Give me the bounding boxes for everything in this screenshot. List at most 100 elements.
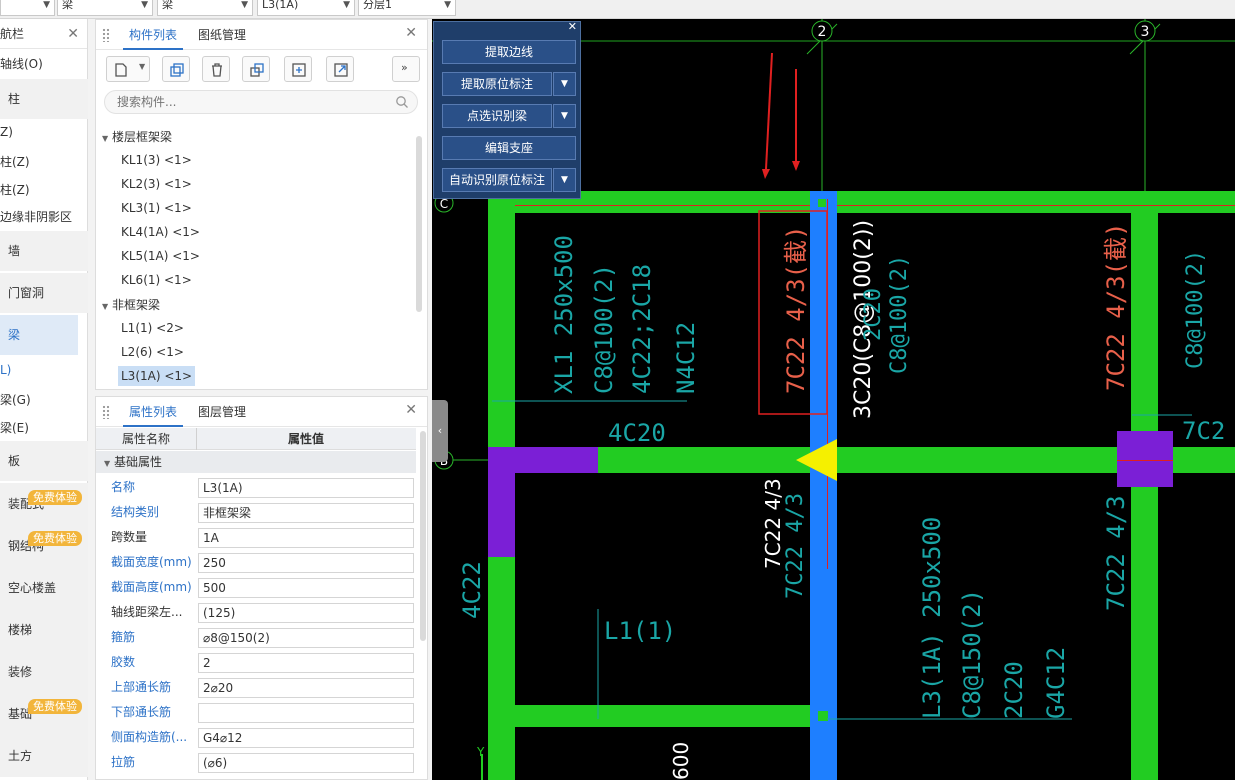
- edit-support-button[interactable]: 编辑支座: [442, 136, 576, 160]
- nav-item-column-z3[interactable]: 柱(Z): [0, 181, 88, 198]
- extract-annotation-dropdown[interactable]: ▼: [553, 72, 576, 96]
- property-value-field[interactable]: G4⌀12: [198, 728, 414, 748]
- property-value-field[interactable]: (125): [198, 603, 414, 623]
- nav-item-decoration[interactable]: 装修: [0, 651, 88, 693]
- tab-component-list[interactable]: 构件列表: [123, 20, 184, 50]
- tab-layer-management[interactable]: 图层管理: [192, 397, 252, 427]
- nav-item-door-window[interactable]: 门窗洞: [0, 273, 88, 313]
- export-button[interactable]: [326, 56, 354, 82]
- tree-item[interactable]: KL1(3) <1>: [118, 150, 195, 170]
- tree-item[interactable]: KL3(1) <1>: [118, 198, 195, 218]
- nav-item-beam-g[interactable]: 梁(G): [0, 391, 88, 408]
- tree-item[interactable]: L1(1) <2>: [118, 318, 187, 338]
- tree-group-non-frame-beam[interactable]: ▼ 非框架梁: [102, 296, 160, 313]
- close-icon[interactable]: ✕: [405, 402, 417, 418]
- beam-l1-bottom[interactable]: [515, 705, 810, 727]
- type-select[interactable]: 梁 ▼: [157, 0, 253, 16]
- copy-to-floor-button[interactable]: [242, 56, 270, 82]
- property-row-name: 名称 L3(1A): [96, 475, 416, 500]
- tree-item[interactable]: KL4(1A) <1>: [118, 222, 203, 242]
- nav-item-column-z[interactable]: Z): [0, 125, 88, 139]
- tree-item-selected[interactable]: L3(1A) <1>: [118, 366, 196, 386]
- nav-item-column-z2[interactable]: 柱(Z): [0, 153, 88, 170]
- copy-button[interactable]: [162, 56, 190, 82]
- caret-down-icon: ▼: [102, 302, 109, 311]
- close-icon[interactable]: ✕: [568, 20, 577, 33]
- property-value-field[interactable]: 2⌀20: [198, 678, 414, 698]
- category-select[interactable]: 梁 ▼: [57, 0, 153, 16]
- property-value-field[interactable]: 1A: [198, 528, 414, 548]
- properties-scrollbar[interactable]: [420, 431, 426, 641]
- component-list-panel: 构件列表 图纸管理 ✕ ▼ » ▼ 楼层框架梁 KL1(3) <1> KL2(3…: [95, 19, 428, 390]
- nav-item-axis[interactable]: 轴线(O): [0, 55, 88, 72]
- bay-fill: [837, 727, 1130, 780]
- close-icon[interactable]: ✕: [405, 25, 417, 41]
- property-value-field[interactable]: 非框架梁: [198, 503, 414, 523]
- tab-property-list[interactable]: 属性列表: [123, 397, 184, 427]
- column-left-vertical[interactable]: [488, 447, 515, 557]
- annotation-mid-4c20: 4C20: [608, 419, 666, 447]
- annotation-mid-7c22-white: 7C22 4/3: [761, 478, 785, 569]
- nav-item-column[interactable]: 柱: [0, 79, 88, 119]
- search-icon[interactable]: [395, 95, 409, 109]
- nav-item-stairs[interactable]: 楼梯: [0, 609, 88, 651]
- tree-item[interactable]: L2(6) <1>: [118, 342, 187, 362]
- extract-original-annotation-button[interactable]: 提取原位标注: [442, 72, 552, 96]
- chevron-down-icon: ▼: [141, 0, 148, 10]
- tree-item[interactable]: KL5(1A) <1>: [118, 246, 203, 266]
- import-button[interactable]: [284, 56, 312, 82]
- extract-edge-button[interactable]: 提取边线: [442, 40, 576, 64]
- point-recognize-beam-button[interactable]: 点选识别梁: [442, 104, 552, 128]
- tree-group-floor-frame-beam[interactable]: ▼ 楼层框架梁: [102, 128, 172, 145]
- tree-item[interactable]: KL6(1) <1>: [118, 270, 195, 290]
- free-trial-badge: 免费体验: [28, 490, 82, 505]
- beam-selected-blue[interactable]: [810, 191, 837, 780]
- floor-select[interactable]: ▼: [0, 0, 55, 16]
- collapse-panel-tab[interactable]: ‹: [432, 400, 448, 462]
- new-component-button[interactable]: ▼: [106, 56, 150, 82]
- beam-top-horizontal[interactable]: [488, 191, 1235, 213]
- nav-item-beam-e[interactable]: 梁(E): [0, 419, 88, 436]
- auto-recognize-annotation-button[interactable]: 自动识别原位标注: [442, 168, 552, 192]
- property-value-field[interactable]: (⌀6): [198, 753, 414, 773]
- property-value-field[interactable]: 2: [198, 653, 414, 673]
- property-value-field[interactable]: 250: [198, 553, 414, 573]
- nav-item-beam[interactable]: 梁: [0, 315, 78, 355]
- component-list-scrollbar[interactable]: [416, 136, 422, 312]
- property-value-field[interactable]: [198, 703, 414, 723]
- component-search-input[interactable]: [104, 90, 418, 114]
- nav-item-hollow-floor[interactable]: 空心楼盖: [0, 567, 88, 609]
- annotation-l3-1a: L3(1A) 250x500: [918, 517, 946, 719]
- nav-item-slab[interactable]: 板: [0, 441, 88, 481]
- property-value-field[interactable]: ⌀8@150(2): [198, 628, 414, 648]
- annotation-2c20: 2C20: [861, 288, 886, 341]
- layer-select[interactable]: 分层1 ▼: [358, 0, 456, 16]
- chevron-down-icon: ▼: [561, 175, 568, 185]
- nav-item-earthwork[interactable]: 土方: [0, 735, 88, 777]
- properties-section-basic[interactable]: ▼ 基础属性: [96, 451, 416, 473]
- drag-handle-icon[interactable]: [102, 28, 110, 42]
- annotation-bottom-600: 600: [669, 742, 693, 780]
- header-divider: [196, 428, 197, 450]
- grip-point[interactable]: [818, 711, 828, 721]
- nav-item-beam-l[interactable]: L): [0, 363, 88, 377]
- property-value-field[interactable]: L3(1A): [198, 478, 414, 498]
- tree-item[interactable]: KL2(3) <1>: [118, 174, 195, 194]
- nav-item-wall[interactable]: 墙: [0, 231, 88, 271]
- auto-recognize-dropdown[interactable]: ▼: [553, 168, 576, 192]
- beam-centerline: [515, 205, 1235, 206]
- red-arrow: [765, 52, 773, 170]
- annotation-selected-7c22: 7C22 4/3(截): [782, 226, 810, 395]
- delete-button[interactable]: [202, 56, 230, 82]
- chevron-down-icon: ▼: [43, 0, 50, 10]
- column-right[interactable]: [1117, 431, 1173, 487]
- nav-item-edge-zone[interactable]: 边缘非阴影区: [0, 208, 88, 225]
- close-icon[interactable]: ✕: [67, 19, 79, 49]
- drag-handle-icon[interactable]: [102, 405, 110, 419]
- property-value-field[interactable]: 500: [198, 578, 414, 598]
- grip-point[interactable]: [818, 199, 826, 207]
- tab-drawing-management[interactable]: 图纸管理: [192, 20, 252, 50]
- recognize-beam-dropdown[interactable]: ▼: [553, 104, 576, 128]
- expand-toolbar-button[interactable]: »: [392, 56, 420, 82]
- component-select[interactable]: L3(1A) ▼: [257, 0, 355, 16]
